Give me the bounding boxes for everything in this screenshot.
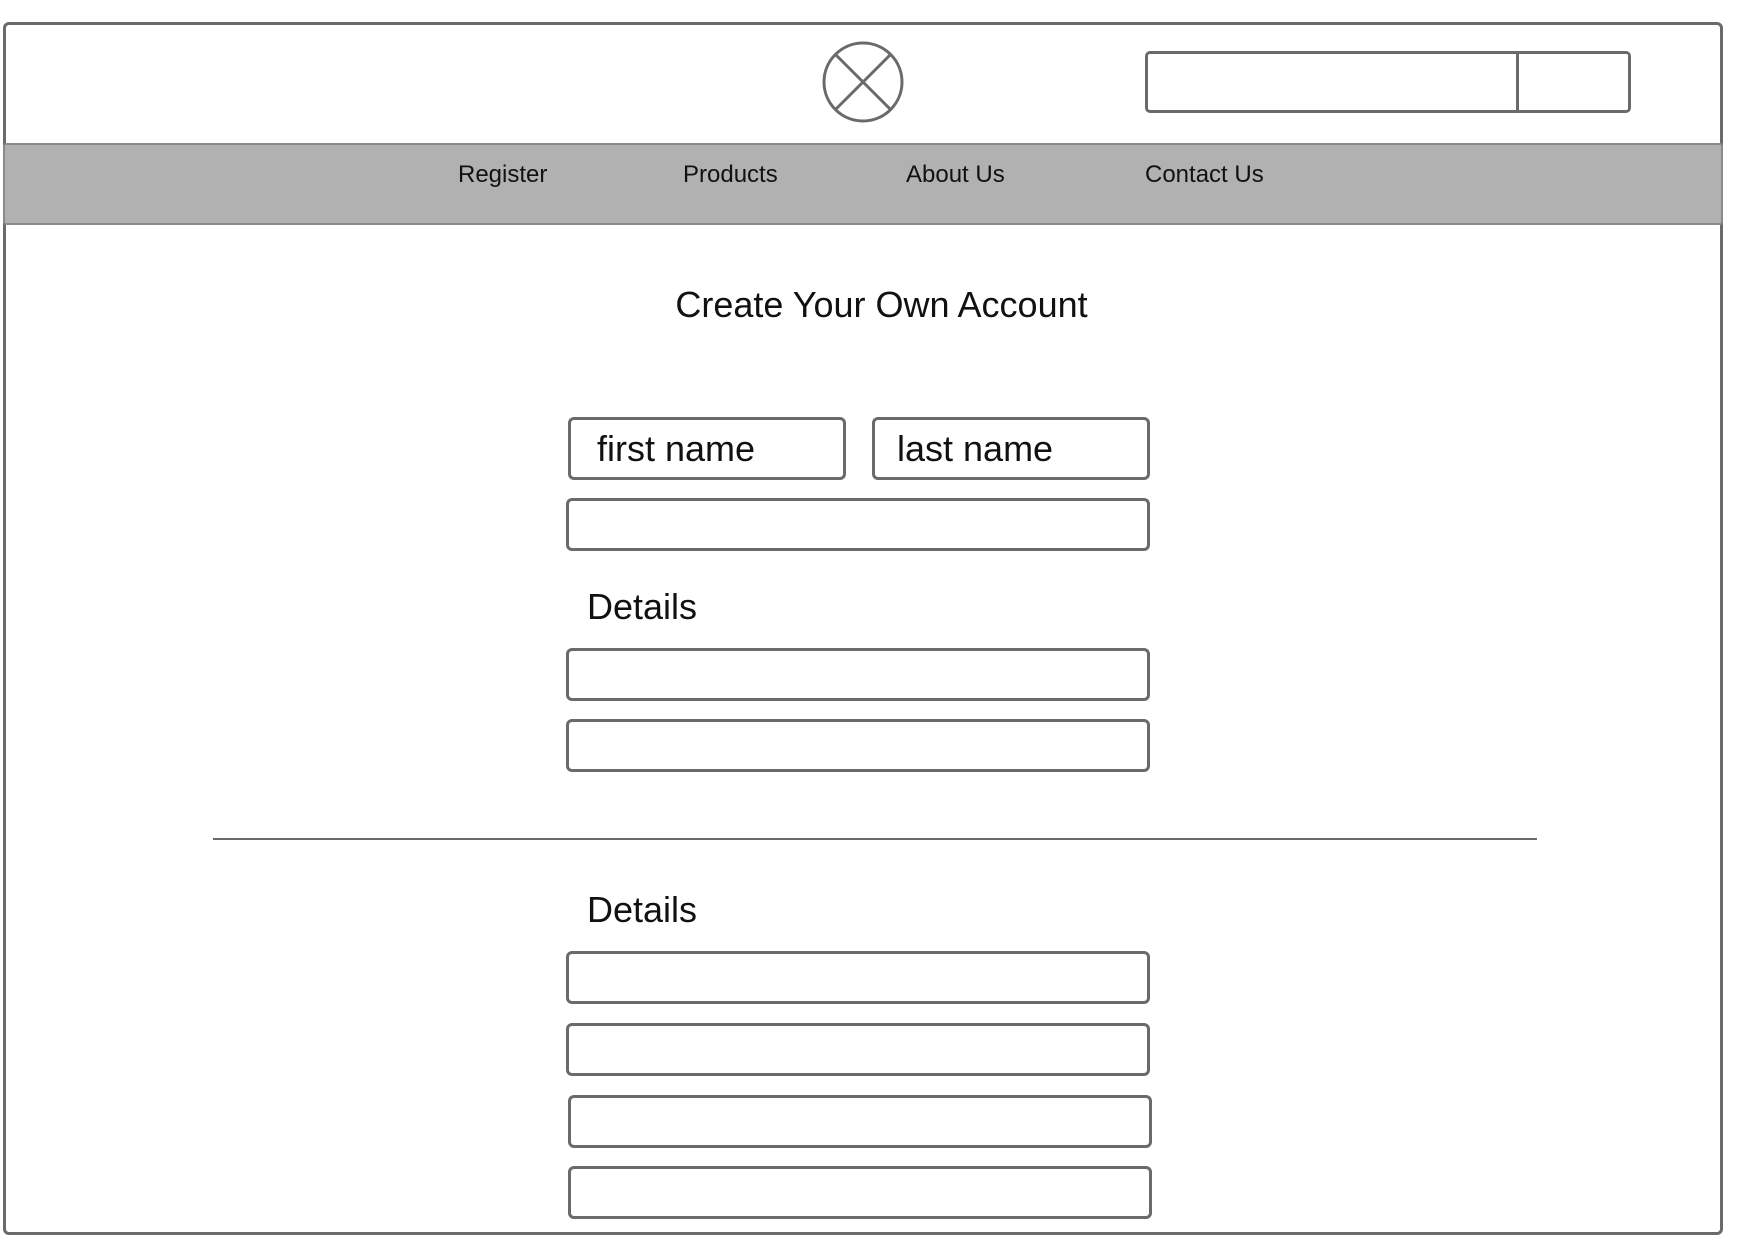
main-nav: Register Products About Us Contact Us — [3, 143, 1723, 225]
details-field-6[interactable] — [568, 1166, 1152, 1219]
search-button[interactable] — [1516, 54, 1628, 110]
search-input[interactable] — [1148, 54, 1516, 110]
nav-item-contact-us[interactable]: Contact Us — [1145, 161, 1264, 189]
details-field-3[interactable] — [566, 951, 1150, 1004]
section-label-details-2: Details — [587, 889, 698, 930]
image-placeholder-icon — [822, 41, 904, 123]
nav-item-about-us[interactable]: About Us — [906, 161, 1005, 189]
nav-item-products[interactable]: Products — [683, 161, 778, 189]
nav-item-register[interactable]: Register — [458, 161, 547, 189]
details-field-4[interactable] — [566, 1023, 1150, 1076]
account-field-1[interactable] — [566, 498, 1150, 551]
page-title: Create Your Own Account — [675, 284, 1088, 325]
details-field-1[interactable] — [566, 648, 1150, 701]
search-bar — [1145, 51, 1631, 113]
details-field-5[interactable] — [568, 1095, 1152, 1148]
first-name-field[interactable] — [568, 417, 846, 480]
last-name-field[interactable] — [872, 417, 1150, 480]
section-divider — [213, 838, 1537, 840]
section-label-details-1: Details — [587, 586, 698, 627]
details-field-2[interactable] — [566, 719, 1150, 772]
